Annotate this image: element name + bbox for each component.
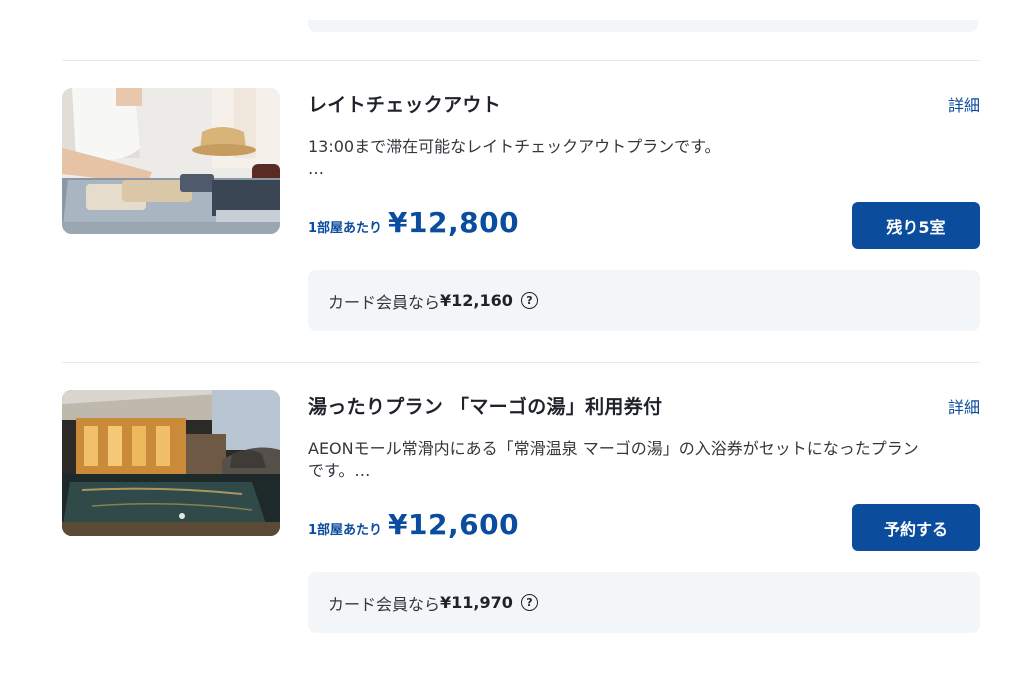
rooms-remaining-button[interactable]: 残り5室 (852, 202, 980, 249)
plan-description-line: 13:00まで滞在可能なレイトチェックアウトプランです。 (308, 137, 721, 156)
plan-description: AEONモール常滑内にある「常滑温泉 マーゴの湯」の入浴券がセットになったプラン… (308, 438, 980, 482)
member-price: ¥12,160 (440, 291, 513, 310)
price-value: ¥12,800 (388, 206, 520, 239)
price-unit-label: 1部屋あたり (308, 523, 383, 538)
plan-description-ellipsis: です。… (308, 461, 371, 480)
plan-description-line: AEONモール常滑内にある「常滑温泉 マーゴの湯」の入浴券がセットになったプラン (308, 439, 919, 458)
member-label: カード会員なら (328, 292, 441, 312)
question-circle-icon[interactable]: ? (520, 292, 538, 309)
price-value: ¥12,600 (388, 508, 520, 541)
plan-photo-hot-spring[interactable] (62, 390, 280, 536)
member-label: カード会員なら (328, 594, 441, 614)
question-circle-icon[interactable]: ? (520, 594, 538, 611)
plan-card-margo-bath: 湯ったりプラン 「マーゴの湯」利用券付 詳細 AEONモール常滑内にある「常滑温… (62, 390, 980, 650)
card-member-price-box: カード会員なら ¥12,160 ? (308, 270, 980, 331)
plan-list-page: レイトチェックアウト 詳細 13:00まで滞在可能なレイトチェックアウトプランで… (0, 0, 1024, 683)
member-price: ¥11,970 (440, 593, 513, 612)
price-row: 1部屋あたり ¥12,600 (308, 508, 519, 541)
card-member-price-box: カード会員なら ¥11,970 ? (308, 572, 980, 633)
plan-description: 13:00まで滞在可能なレイトチェックアウトプランです。 … (308, 136, 980, 180)
detail-link[interactable]: 詳細 (948, 92, 980, 116)
detail-link[interactable]: 詳細 (948, 394, 980, 418)
plan-description-ellipsis: … (308, 159, 324, 178)
reserve-button[interactable]: 予約する (852, 504, 980, 551)
plan-photo-packing-suitcase[interactable] (62, 88, 280, 234)
price-row: 1部屋あたり ¥12,800 (308, 206, 519, 239)
plan-title: レイトチェックアウト (308, 94, 502, 116)
divider (62, 362, 980, 363)
plan-card-late-checkout: レイトチェックアウト 詳細 13:00まで滞在可能なレイトチェックアウトプランで… (62, 88, 980, 348)
plan-title: 湯ったりプラン 「マーゴの湯」利用券付 (308, 396, 663, 418)
price-unit-label: 1部屋あたり (308, 221, 383, 236)
divider (62, 60, 980, 61)
previous-plan-member-box (308, 20, 978, 32)
